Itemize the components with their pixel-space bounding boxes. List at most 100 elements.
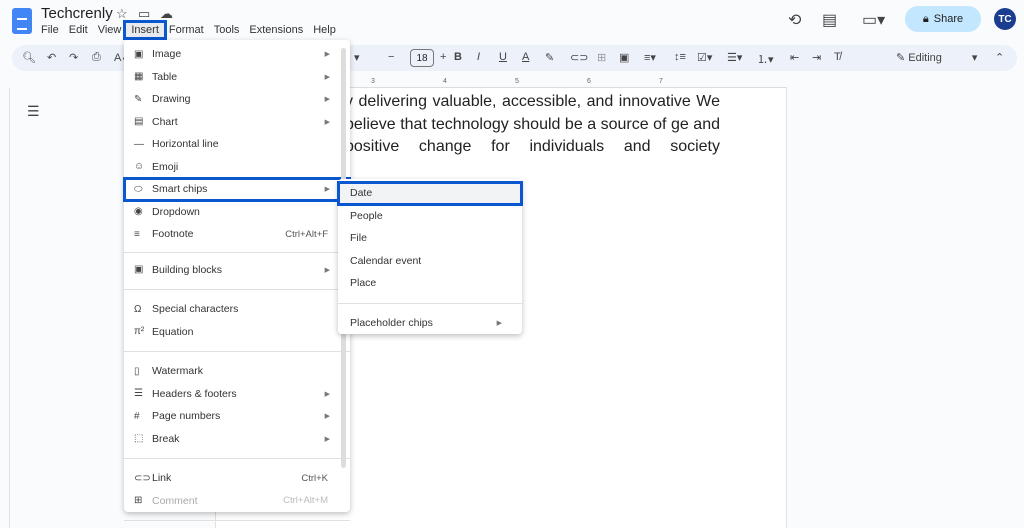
menu-view[interactable]: View (93, 23, 127, 37)
print-icon[interactable]: ⎙ (92, 51, 101, 64)
undo-icon[interactable]: ↶ (47, 51, 56, 64)
share-button[interactable]: 🔒︎ Share (905, 6, 981, 32)
pi-icon: π² (134, 326, 145, 338)
menu-item-comment: ⊞ Comment Ctrl+Alt+M (124, 490, 350, 513)
menu-item-placeholder-chips[interactable]: Placeholder chips ▶ (338, 312, 522, 335)
version-history-icon[interactable]: ⟲ (788, 10, 801, 30)
menu-item-headers-footers[interactable]: ☰ Headers & footers ▶ (124, 383, 350, 406)
menu-file[interactable]: File (36, 23, 64, 37)
font-dropdown-arrow-icon[interactable]: ▾ (354, 51, 360, 64)
document-body-text[interactable]: y delivering valuable, accessible, and i… (345, 91, 720, 159)
insert-menu: ▣ Image ▶ ▦ Table ▶ ✎ Drawing ▶ ▤ Chart ▶ — Horizonta… (123, 40, 351, 521)
menu-insert[interactable]: Insert (123, 20, 167, 40)
menu-item-footnote[interactable]: ≡ Footnote Ctrl+Alt+F (124, 223, 350, 246)
horizontal-line-icon: — (134, 138, 144, 150)
font-size-input[interactable]: 18 (410, 49, 434, 67)
menu-bar: File Edit View Insert Format Tools Extensions H… (36, 20, 341, 40)
numbered-list-icon[interactable]: ⒈▾ (757, 51, 774, 67)
editing-mode-dropdown[interactable]: ✎ Editing ▾ (896, 51, 977, 64)
menu-edit[interactable]: Edit (64, 23, 93, 37)
bold-icon[interactable]: B (454, 51, 462, 63)
underline-icon[interactable]: U (499, 51, 507, 63)
menu-item-emoji[interactable]: ☺ Emoji (124, 156, 350, 179)
comments-icon[interactable]: ▤ (822, 10, 837, 30)
text-color-icon[interactable]: A (522, 51, 529, 63)
clear-formatting-icon[interactable]: T̸ (834, 51, 841, 63)
menu-item-horizontal-line[interactable]: — Horizontal line (124, 133, 350, 156)
collapse-toolbar-icon[interactable]: ⌃ (995, 51, 1004, 64)
bulleted-list-icon[interactable]: ☰▾ (727, 51, 742, 64)
menu-item-calendar-event[interactable]: Calendar event (338, 250, 522, 273)
italic-icon[interactable]: I (477, 51, 480, 63)
lock-icon: 🔒︎ (922, 12, 929, 25)
menu-item-equation[interactable]: π² Equation (124, 321, 350, 344)
emoji-icon: ☺ (134, 161, 145, 173)
menu-item-building-blocks[interactable]: ▣ Building blocks ▶ (124, 259, 350, 282)
menu-item-smart-chips[interactable]: ⬭ Smart chips ▶ (123, 177, 351, 202)
watermark-icon: ▯ (134, 365, 140, 377)
search-icon[interactable]: 🔍︎ (22, 51, 36, 64)
chart-icon: ▤ (134, 116, 144, 128)
align-icon[interactable]: ≡▾ (644, 51, 656, 64)
menu-item-label: Table (152, 70, 178, 83)
menu-item-dropdown[interactable]: ◉ Dropdown (124, 201, 350, 224)
decrease-indent-icon[interactable]: ⇤ (790, 51, 799, 64)
menu-item-page-numbers[interactable]: # Page numbers ▶ (124, 405, 350, 428)
smart-chips-submenu: Date People File Calendar event Place Placeho… (337, 179, 523, 335)
menu-item-label: Place (350, 277, 377, 290)
shortcut-label: Ctrl+K (301, 472, 328, 484)
comment-icon: ⊞ (134, 495, 143, 507)
menu-item-label: Horizontal line (152, 138, 219, 151)
menu-item-chart[interactable]: ▤ Chart ▶ (124, 111, 350, 134)
document-title[interactable]: Techcrenly (41, 5, 113, 22)
menu-item-image[interactable]: ▣ Image ▶ (124, 43, 350, 66)
star-icon[interactable]: ☆ (116, 6, 128, 22)
cloud-status-icon[interactable]: ☁ (160, 6, 173, 22)
vertical-ruler (0, 88, 10, 528)
move-folder-icon[interactable]: ▭ (138, 6, 150, 22)
insert-image-icon[interactable]: ▣ (619, 51, 629, 64)
menu-item-watermark[interactable]: ▯ Watermark (124, 360, 350, 383)
menu-item-label: Footnote (152, 228, 194, 241)
menu-item-file[interactable]: File (338, 227, 522, 250)
menu-item-label: Special characters (152, 303, 239, 316)
hash-icon: # (134, 410, 140, 422)
highlight-icon[interactable]: ✎ (545, 51, 554, 64)
menu-item-date[interactable]: Date (337, 181, 523, 206)
menu-item-label: Watermark (152, 365, 203, 378)
submenu-arrow-icon: ▶ (324, 390, 330, 398)
document-outline-icon[interactable]: ☰ (27, 103, 40, 120)
submenu-arrow-icon: ▶ (324, 96, 330, 104)
menu-extensions[interactable]: Extensions (244, 23, 308, 37)
menu-item-people[interactable]: People (338, 205, 522, 228)
menu-item-label: File (350, 232, 367, 245)
docs-logo[interactable] (12, 8, 32, 34)
avatar[interactable]: TC (994, 8, 1016, 30)
menu-item-label: Chart (152, 115, 178, 128)
menu-item-label: People (350, 209, 383, 222)
add-comment-icon[interactable]: ⊞ (597, 51, 606, 64)
link-icon[interactable]: ⊂⊃ (570, 51, 588, 64)
menu-item-label: Emoji (152, 160, 179, 173)
table-icon: ▦ (134, 71, 144, 83)
menu-item-place[interactable]: Place (338, 272, 522, 295)
editing-mode-label: Editing (908, 52, 942, 64)
menu-item-drawing[interactable]: ✎ Drawing ▶ (124, 88, 350, 111)
submenu-arrow-icon: ▶ (324, 73, 330, 81)
menu-item-special-characters[interactable]: Ω Special characters (124, 298, 350, 321)
menu-item-break[interactable]: ⬚ Break ▶ (124, 428, 350, 451)
line-spacing-icon[interactable]: ↕≡ (674, 51, 686, 63)
menu-item-label: Drawing (152, 93, 191, 106)
menu-item-table[interactable]: ▦ Table ▶ (124, 66, 350, 89)
menu-format[interactable]: Format (164, 23, 209, 37)
increase-font-icon[interactable]: + (440, 51, 446, 63)
checklist-icon[interactable]: ☑▾ (697, 51, 712, 64)
menu-item-label: Smart chips (152, 183, 208, 196)
redo-icon[interactable]: ↷ (69, 51, 78, 64)
menu-item-link[interactable]: ⊂⊃ Link Ctrl+K (124, 467, 350, 490)
increase-indent-icon[interactable]: ⇥ (812, 51, 821, 64)
menu-help[interactable]: Help (308, 23, 341, 37)
menu-tools[interactable]: Tools (209, 23, 245, 37)
meet-icon[interactable]: ▭▾ (862, 10, 885, 30)
decrease-font-icon[interactable]: − (388, 51, 394, 63)
